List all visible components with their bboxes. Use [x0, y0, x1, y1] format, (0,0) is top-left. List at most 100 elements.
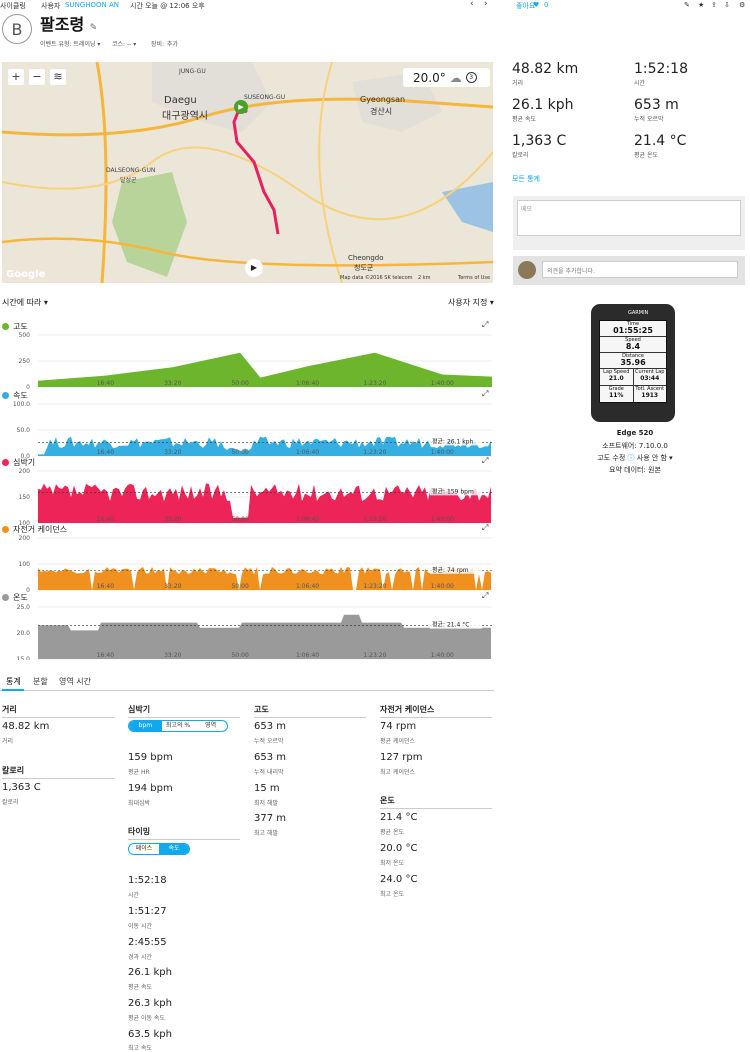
screen-value-0: 01:55:25 [613, 326, 653, 335]
timing-value-0: 1:52:18 [128, 875, 167, 886]
timing-value-2: 2:45:55 [128, 937, 167, 948]
timing-value-4: 26.3 kph [128, 998, 172, 1009]
zoom-in-button[interactable]: + [8, 69, 24, 85]
layers-icon[interactable]: ≋ [50, 69, 66, 85]
temp-label-2: 최고 온도 [380, 891, 404, 898]
tab-splits[interactable]: 분할 [33, 676, 48, 687]
elevation-value-1: 653 m [254, 752, 287, 763]
top-bar: 사이클링 사용자 SUNGHOON AN 시간 오늘 @ 12:06 오후 ‹ … [0, 0, 750, 12]
avatar-letter: B [11, 19, 23, 39]
tab-divider [0, 690, 494, 691]
tab-stats[interactable]: 통계 [6, 676, 21, 687]
distance-value: 48.82 km [2, 721, 50, 732]
user-name-link[interactable]: SUNGHOON AN [65, 1, 119, 9]
x-tick-label: 1:06:40 [296, 652, 319, 659]
star-icon[interactable]: ★ [698, 1, 704, 9]
hr-seg-zone[interactable]: 영역 [194, 721, 227, 731]
start-marker-icon[interactable]: ▶ [234, 100, 248, 114]
user-prefix: 사용자 [41, 2, 61, 10]
export-icon[interactable]: ⇩ [724, 1, 730, 9]
info-icon[interactable]: ⓘ [628, 454, 635, 462]
share-icon[interactable]: ⇪ [711, 1, 717, 9]
course-select[interactable]: 코스: -- ▾ [112, 39, 136, 48]
temp-label-1: 최저 온도 [380, 860, 404, 867]
device-software: 소프트웨어: 7.10.0.0 [602, 442, 668, 450]
route-map[interactable]: ▶ ▶ JUNG-GU Daegu 대구광역시 Gyeongsan 경산시 DA… [2, 62, 493, 283]
calories-label: 칼로리 [2, 799, 19, 806]
map-label-gyeongsan-ko: 경산시 [370, 107, 393, 116]
edit-icon[interactable]: ✎ [684, 1, 690, 9]
elev-correction-select[interactable]: 사용 안 함 ▾ [637, 454, 673, 462]
chart-mode-select[interactable]: 시간에 따라 ▾ [2, 297, 48, 308]
y-tick-label: 0 [26, 587, 30, 594]
event-type-select[interactable]: 이벤트 유형: 트레이닝 ▾ [40, 39, 100, 48]
x-tick-label: 16:40 [97, 583, 114, 590]
hr-max-label: 최대심박 [128, 800, 151, 807]
summary-label-4: 칼로리 [512, 152, 529, 159]
expand-icon[interactable]: ⤢ [482, 320, 488, 330]
map-label-suseong: SUSEONG-GU [244, 94, 286, 101]
x-tick-label: 1:40:00 [431, 652, 454, 659]
hr-seg-bpm[interactable]: bpm [129, 721, 162, 731]
comment-input[interactable]: 의견을 추가합니다. [542, 261, 738, 278]
gear-icon[interactable]: ⚙ [739, 1, 745, 9]
avg-label: 평균: 74 rpm [432, 566, 469, 574]
elevation-label-2: 최저 해발 [254, 800, 278, 807]
timing-toggle[interactable]: 페이스 속도 [128, 843, 190, 855]
x-tick-label: 1:06:40 [296, 380, 319, 387]
zoom-out-button[interactable]: − [29, 69, 45, 85]
heart-icon[interactable]: ♥ [533, 1, 539, 9]
map-scale: 2 km [418, 275, 431, 281]
title-text[interactable]: 팔조령 [40, 15, 84, 34]
summary-label-2: 평균 속도 [512, 116, 536, 123]
x-tick-label: 16:40 [97, 449, 114, 456]
weather-widget[interactable]: 20.0° ☁ 3 [403, 68, 490, 87]
play-icon[interactable]: ▶ [245, 259, 263, 277]
y-tick-label: 200 [19, 468, 31, 475]
screen-grid-value-1: 03:44 [640, 375, 660, 382]
gear-add-link[interactable]: 추가 [167, 39, 178, 48]
x-tick-label: 1:40:00 [431, 380, 454, 387]
note-panel: 메모 [513, 196, 745, 250]
timing-label-0: 시간 [128, 892, 140, 899]
elevation-label-3: 최고 해발 [254, 830, 278, 837]
next-icon[interactable]: › [484, 0, 488, 9]
weather-temp: 20.0° [413, 70, 446, 85]
note-input[interactable]: 메모 [517, 200, 741, 236]
charts-svg: 500 250 0 16:40 33:20 50:00 1:06:40 1:23:20 1:40… [13, 332, 492, 660]
elevation-label-1: 누적 내리막 [254, 769, 284, 776]
hr-seg-max[interactable]: 최고의 % [162, 721, 195, 731]
hr-max-value: 194 bpm [128, 783, 173, 794]
all-stats-link[interactable]: 모든 통계 [512, 174, 540, 184]
timing-seg-speed[interactable]: 속도 [159, 844, 189, 854]
device-brand: GARMIN [628, 310, 649, 316]
screen-grid-value-0: 21.0 [608, 375, 624, 382]
calories-header: 칼로리 [2, 765, 114, 779]
x-tick-label: 1:40:00 [431, 516, 454, 523]
device-screen: Time 01:55:25 Speed 8.4 Distance 35.96 L… [599, 320, 667, 403]
x-tick-label: 50:00 [231, 516, 248, 523]
timing-seg-pace[interactable]: 페이스 [129, 844, 159, 854]
pencil-icon[interactable]: ✎ [90, 23, 98, 33]
summary-label-1: 시간 [634, 80, 646, 87]
temp-value-0: 21.4 °C [380, 812, 418, 823]
map-terms-link[interactable]: Terms of Use [458, 275, 490, 281]
cadence-header: 자전거 케이던스 [380, 704, 492, 718]
like-count: 0 [544, 1, 549, 9]
hr-header: 심박기 [128, 704, 240, 718]
temp-value-1: 20.0 °C [380, 843, 418, 854]
y-tick-label: 100 [19, 561, 31, 568]
prev-icon[interactable]: ‹ [470, 0, 474, 9]
tab-zones[interactable]: 영역 시간 [59, 676, 91, 687]
x-tick-label: 33:20 [164, 583, 181, 590]
elevation-header: 고도 [254, 704, 366, 718]
avatar[interactable]: B [2, 14, 32, 44]
y-tick-label: 200 [19, 535, 31, 542]
chart-custom-select[interactable]: 사용자 지정 ▾ [448, 297, 494, 308]
map-label-dalseong: DALSEONG-GUN [106, 167, 156, 174]
hr-unit-toggle[interactable]: bpm 최고의 % 영역 [128, 720, 228, 732]
hr-avg-value: 159 bpm [128, 752, 173, 763]
summary-value-1: 1:52:18 [634, 61, 688, 77]
y-tick-label: 0.0 [20, 453, 30, 460]
x-tick-label: 1:23:20 [363, 380, 386, 387]
